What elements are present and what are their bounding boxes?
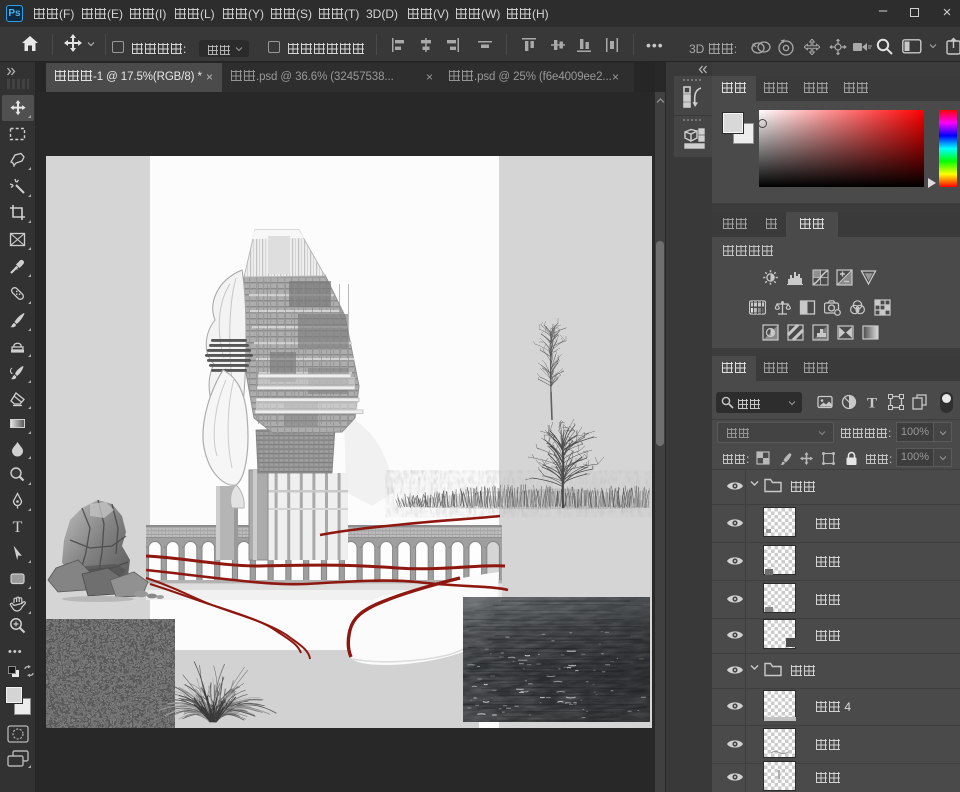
svg-text:T: T xyxy=(867,396,877,411)
svg-text:T: T xyxy=(13,519,23,535)
